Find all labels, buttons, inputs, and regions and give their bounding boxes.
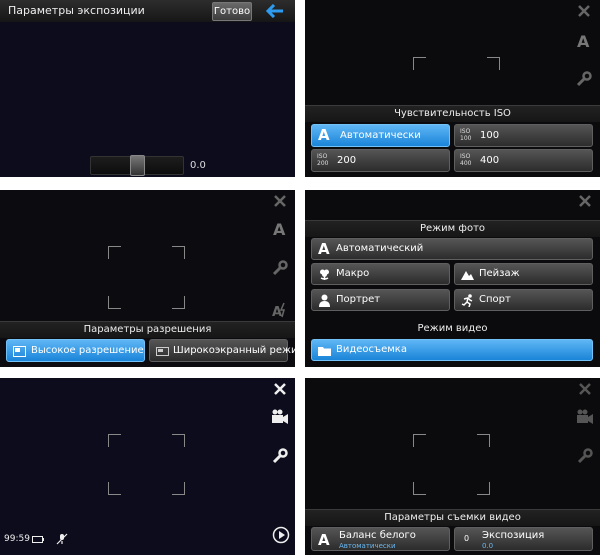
close-icon[interactable] bbox=[579, 383, 591, 395]
iso-option-auto[interactable]: A Автоматически bbox=[311, 124, 450, 147]
photo-mode-header: Режим фото bbox=[305, 220, 600, 237]
iso-option-200[interactable]: ISO 200 200 bbox=[311, 149, 450, 172]
resolution-option-label: Высокое разрешение bbox=[31, 345, 144, 356]
video-settings-header: Параметры съемки видео bbox=[305, 509, 600, 526]
exposure-slider-thumb[interactable] bbox=[129, 155, 145, 176]
scene-macro-option[interactable]: Макро bbox=[311, 263, 450, 285]
battery-icon bbox=[32, 536, 44, 543]
video-exposure-option[interactable]: 0 Экспозиция 0.0 bbox=[454, 527, 593, 551]
iso-option-label: Автоматически bbox=[340, 130, 421, 141]
play-icon[interactable] bbox=[272, 526, 290, 544]
resolution-option-label: Широкоэкранный режим bbox=[173, 345, 295, 356]
wrench-icon[interactable] bbox=[272, 448, 288, 464]
focus-bracket bbox=[413, 57, 426, 70]
exposure-value: 0.0 bbox=[482, 542, 494, 550]
focus-bracket bbox=[413, 482, 426, 495]
close-icon[interactable] bbox=[579, 195, 591, 207]
folder-video-icon bbox=[318, 347, 331, 356]
focus-bracket bbox=[108, 246, 121, 259]
landscape-mountain-icon bbox=[461, 271, 474, 280]
iso-tag: ISO 200 bbox=[317, 153, 329, 167]
exposure-title-bar: Параметры экспозиции Готово bbox=[0, 0, 295, 22]
auto-letter-icon: A bbox=[318, 240, 330, 258]
resolution-settings-screen: A A Параметры разрешения Высокое разреше… bbox=[0, 190, 295, 367]
back-arrow-icon[interactable] bbox=[266, 4, 284, 18]
scene-option-label: Видеосъемка bbox=[336, 344, 407, 355]
white-balance-value: Автоматически bbox=[339, 542, 396, 550]
exposure-title: Параметры экспозиции bbox=[8, 4, 145, 17]
scene-auto-option[interactable]: A Автоматический bbox=[311, 238, 593, 260]
scene-mode-screen: Режим фото A Автоматический Макро Пейзаж… bbox=[305, 190, 600, 367]
white-balance-option[interactable]: A Баланс белого Автоматически bbox=[311, 527, 450, 551]
svg-text:A: A bbox=[272, 305, 282, 318]
close-icon[interactable] bbox=[578, 5, 590, 17]
focus-bracket bbox=[108, 482, 121, 495]
focus-bracket bbox=[477, 434, 490, 447]
iso-header: Чувствительность ISO bbox=[305, 105, 600, 122]
exposure-label: Экспозиция bbox=[482, 530, 545, 541]
macro-flower-icon bbox=[320, 269, 329, 280]
video-recording-option[interactable]: Видеосъемка bbox=[311, 339, 593, 361]
video-camera-icon[interactable] bbox=[271, 409, 289, 425]
flash-auto-icon[interactable]: A bbox=[272, 302, 288, 318]
focus-bracket bbox=[108, 296, 121, 309]
widescreen-option[interactable]: Широкоэкранный режим bbox=[149, 339, 295, 362]
iso-settings-screen: A Чувствительность ISO A Автоматически I… bbox=[305, 0, 600, 177]
auto-letter-icon: A bbox=[318, 531, 330, 549]
scene-option-label: Портрет bbox=[336, 294, 381, 305]
exposure-badge: 0 bbox=[464, 534, 470, 543]
focus-bracket bbox=[477, 482, 490, 495]
iso-tag: ISO 100 bbox=[460, 128, 472, 142]
iso-option-100[interactable]: ISO 100 100 bbox=[454, 124, 593, 147]
recording-time-remaining: 99:59 bbox=[4, 534, 30, 544]
focus-bracket bbox=[172, 246, 185, 259]
resolution-icon bbox=[13, 346, 26, 357]
wrench-icon[interactable] bbox=[576, 71, 592, 87]
close-icon[interactable] bbox=[274, 383, 286, 395]
done-button[interactable]: Готово bbox=[212, 2, 252, 21]
iso-option-label: 200 bbox=[337, 155, 357, 166]
auto-letter-icon[interactable]: A bbox=[273, 220, 285, 239]
focus-bracket bbox=[413, 434, 426, 447]
iso-tag: ISO 400 bbox=[460, 153, 472, 167]
iso-option-400[interactable]: ISO 400 400 bbox=[454, 149, 593, 172]
close-icon[interactable] bbox=[274, 195, 286, 207]
portrait-person-icon bbox=[319, 294, 330, 307]
microphone-off-icon bbox=[56, 533, 68, 545]
exposure-settings-screen: Параметры экспозиции Готово 0.0 bbox=[0, 0, 295, 177]
focus-bracket bbox=[172, 434, 185, 447]
scene-option-label: Спорт bbox=[479, 294, 511, 305]
scene-landscape-option[interactable]: Пейзаж bbox=[454, 263, 593, 285]
auto-letter-icon: A bbox=[318, 126, 330, 144]
wrench-icon[interactable] bbox=[272, 260, 288, 276]
video-camera-icon[interactable] bbox=[576, 409, 594, 425]
video-mode-header: Режим видео bbox=[417, 323, 488, 334]
scene-option-label: Пейзаж bbox=[479, 268, 520, 279]
video-viewfinder-screen: 99:59 bbox=[0, 378, 295, 555]
resolution-header: Параметры разрешения bbox=[0, 321, 295, 338]
high-resolution-option[interactable]: Высокое разрешение bbox=[6, 339, 145, 362]
exposure-slider[interactable] bbox=[90, 155, 184, 176]
focus-bracket bbox=[172, 482, 185, 495]
exposure-value: 0.0 bbox=[190, 160, 206, 171]
scene-portrait-option[interactable]: Портрет bbox=[311, 289, 450, 311]
white-balance-label: Баланс белого bbox=[339, 530, 416, 541]
widescreen-icon bbox=[156, 347, 169, 356]
video-settings-screen: Параметры съемки видео A Баланс белого А… bbox=[305, 378, 600, 555]
wrench-icon[interactable] bbox=[577, 448, 593, 464]
focus-bracket bbox=[108, 434, 121, 447]
focus-bracket bbox=[172, 296, 185, 309]
sport-runner-icon bbox=[461, 294, 473, 307]
scene-option-label: Автоматический bbox=[336, 243, 424, 254]
focus-bracket bbox=[487, 57, 500, 70]
scene-sport-option[interactable]: Спорт bbox=[454, 289, 593, 311]
auto-letter-icon[interactable]: A bbox=[577, 32, 589, 51]
scene-option-label: Макро bbox=[336, 268, 370, 279]
iso-option-label: 100 bbox=[480, 130, 500, 141]
iso-option-label: 400 bbox=[480, 155, 500, 166]
